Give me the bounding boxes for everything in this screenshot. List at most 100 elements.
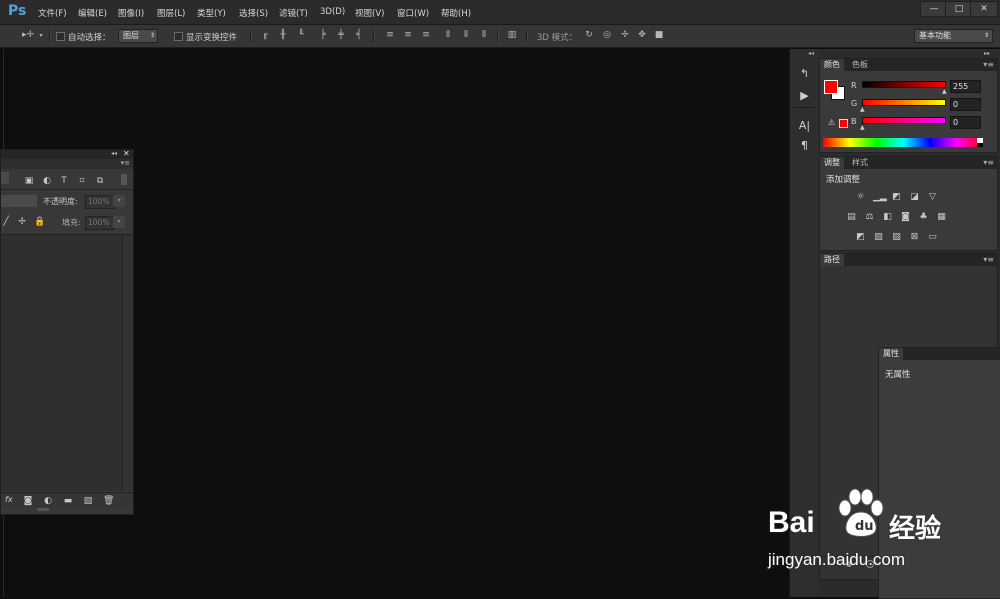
add-mask-icon[interactable]: ◙ <box>23 496 33 506</box>
hue-saturation-icon[interactable]: ▤ <box>846 212 857 222</box>
auto-select-target-dropdown[interactable]: 图层 ⇕ <box>118 29 158 43</box>
channel-r-slider[interactable] <box>862 81 946 88</box>
invert-icon[interactable]: ◩ <box>855 232 866 242</box>
menu-help[interactable]: 帮助(H) <box>441 7 471 19</box>
menu-image[interactable]: 图像(I) <box>118 7 144 19</box>
paragraph-icon[interactable]: ¶ <box>798 139 811 152</box>
distribute-bottom-icon[interactable]: ≡ <box>421 31 431 40</box>
distribute-left-icon[interactable]: ⫴ <box>443 31 453 40</box>
layer-effects-icon[interactable]: fx <box>5 495 13 504</box>
levels-icon[interactable]: ▁▂ <box>873 192 887 202</box>
filter-smart-object-icon[interactable]: ⧉ <box>95 176 105 186</box>
black-swatch[interactable] <box>977 143 983 147</box>
align-left-icon[interactable]: ╞ <box>318 31 328 40</box>
close-panel-icon[interactable]: ✕ <box>123 149 130 158</box>
channel-b-input[interactable]: 0 <box>950 116 981 129</box>
blend-mode-dropdown[interactable] <box>1 195 37 207</box>
menu-select[interactable]: 选择(S) <box>239 7 268 19</box>
menu-layer[interactable]: 图层(L) <box>157 7 185 19</box>
channel-mixer-icon[interactable]: ♣ <box>918 212 929 222</box>
posterize-icon[interactable]: ▨ <box>873 232 884 242</box>
workspace-dropdown[interactable]: 基本功能 ⇕ <box>914 29 993 43</box>
3d-roll-icon[interactable]: ◎ <box>601 31 613 40</box>
gamut-color-swatch[interactable] <box>839 119 848 128</box>
tool-preset-dropdown-icon[interactable]: ▾ <box>38 31 44 40</box>
layer-list[interactable] <box>1 235 122 491</box>
new-group-folder-icon[interactable]: ▬ <box>63 496 73 506</box>
foreground-color-swatch[interactable] <box>824 80 838 94</box>
menu-type[interactable]: 类型(Y) <box>197 7 226 19</box>
channel-g-slider[interactable] <box>862 99 946 106</box>
panel-menu-icon[interactable]: ▾≡ <box>983 158 994 167</box>
layers-panel-titlebar[interactable]: ◂◂ ✕ <box>1 149 133 159</box>
align-bottom-icon[interactable]: ╙ <box>296 31 306 40</box>
move-tool-icon[interactable]: ▸✛ <box>18 31 38 40</box>
color-spectrum-bar[interactable] <box>823 138 983 147</box>
3d-drag-icon[interactable]: ✢ <box>619 31 631 40</box>
history-icon[interactable]: ↰ <box>798 67 811 80</box>
distribute-top-icon[interactable]: ≡ <box>385 31 395 40</box>
gradient-map-icon[interactable]: ▭ <box>927 232 938 242</box>
distribute-vcenter-icon[interactable]: ≡ <box>403 31 413 40</box>
lock-all-icon[interactable]: 🔒 <box>34 217 45 227</box>
new-layer-icon[interactable]: ▧ <box>83 496 93 506</box>
fill-input[interactable]: 100% <box>85 216 115 230</box>
delete-layer-trash-icon[interactable]: 🗑 <box>103 496 114 506</box>
channel-b-slider[interactable] <box>862 117 946 124</box>
3d-scale-icon[interactable]: ■ <box>653 31 665 40</box>
tab-styles[interactable]: 样式 <box>848 157 872 169</box>
maximize-button[interactable]: □ <box>945 1 973 17</box>
panel-menu-icon[interactable]: ▾≡ <box>983 255 994 264</box>
slider-thumb-icon[interactable]: ▲ <box>942 88 947 95</box>
collapse-arrows-icon[interactable]: ◂◂ <box>808 50 814 57</box>
collapse-arrows-icon[interactable]: ▸▸ <box>984 50 990 57</box>
color-balance-icon[interactable]: ⚖ <box>864 212 875 222</box>
tab-properties[interactable]: 属性 <box>879 348 903 360</box>
minimize-button[interactable]: — <box>920 1 948 17</box>
new-adjustment-layer-icon[interactable]: ◐ <box>43 496 53 506</box>
opacity-slider-button[interactable]: ▾ <box>113 195 125 207</box>
menu-window[interactable]: 窗口(W) <box>397 7 429 19</box>
menu-file[interactable]: 文件(F) <box>38 7 67 19</box>
slider-thumb-icon[interactable]: ▲ <box>860 124 865 131</box>
filter-type-icon[interactable]: T <box>59 176 69 186</box>
lock-position-icon[interactable]: ✢ <box>17 217 27 227</box>
align-vcenter-icon[interactable]: ╫ <box>278 31 288 40</box>
actions-play-icon[interactable]: ▶ <box>798 89 811 102</box>
3d-slide-icon[interactable]: ✥ <box>636 31 648 40</box>
slider-thumb-icon[interactable]: ▲ <box>860 106 865 113</box>
channel-r-input[interactable]: 255 <box>950 80 981 93</box>
opacity-input[interactable]: 100% <box>85 195 115 209</box>
color-lookup-icon[interactable]: ▦ <box>936 212 947 222</box>
gamut-warning-icon[interactable]: ⚠ <box>828 118 835 127</box>
menu-filter[interactable]: 滤镜(T) <box>279 7 308 19</box>
align-right-icon[interactable]: ╡ <box>354 31 364 40</box>
lock-pixels-brush-icon[interactable]: ╱ <box>1 217 11 227</box>
distribute-hcenter-icon[interactable]: ⫴ <box>461 31 471 40</box>
character-icon[interactable]: A| <box>798 119 811 132</box>
menu-3d[interactable]: 3D(D) <box>320 7 345 17</box>
menu-edit[interactable]: 编辑(E) <box>78 7 107 19</box>
resize-grip[interactable] <box>37 508 49 511</box>
tab-paths[interactable]: 路径 <box>820 254 844 266</box>
auto-align-icon[interactable]: ▥ <box>507 31 517 40</box>
photo-filter-icon[interactable]: ◙ <box>900 212 911 222</box>
filter-adjustment-icon[interactable]: ◐ <box>42 176 52 186</box>
black-white-icon[interactable]: ◧ <box>882 212 893 222</box>
panel-menu-icon[interactable]: ▾≡ <box>121 159 130 167</box>
channel-g-input[interactable]: 0 <box>950 98 981 111</box>
layer-list-scrollbar[interactable] <box>122 235 133 491</box>
panel-menu-icon[interactable]: ▾≡ <box>983 60 994 69</box>
tab-adjustments[interactable]: 调整 <box>820 157 844 169</box>
align-top-icon[interactable]: ╓ <box>260 31 270 40</box>
filter-kind-dropdown[interactable] <box>1 172 9 184</box>
auto-select-checkbox[interactable] <box>56 32 65 41</box>
vibrance-icon[interactable]: ▽ <box>927 192 938 202</box>
exposure-icon[interactable]: ◪ <box>909 192 920 202</box>
selective-color-icon[interactable]: ⊠ <box>909 232 920 242</box>
threshold-icon[interactable]: ▨ <box>891 232 902 242</box>
collapse-arrows-icon[interactable]: ◂◂ <box>111 150 117 157</box>
show-transform-checkbox[interactable] <box>174 32 183 41</box>
close-button[interactable]: ✕ <box>970 1 998 17</box>
align-hcenter-icon[interactable]: ╪ <box>336 31 346 40</box>
